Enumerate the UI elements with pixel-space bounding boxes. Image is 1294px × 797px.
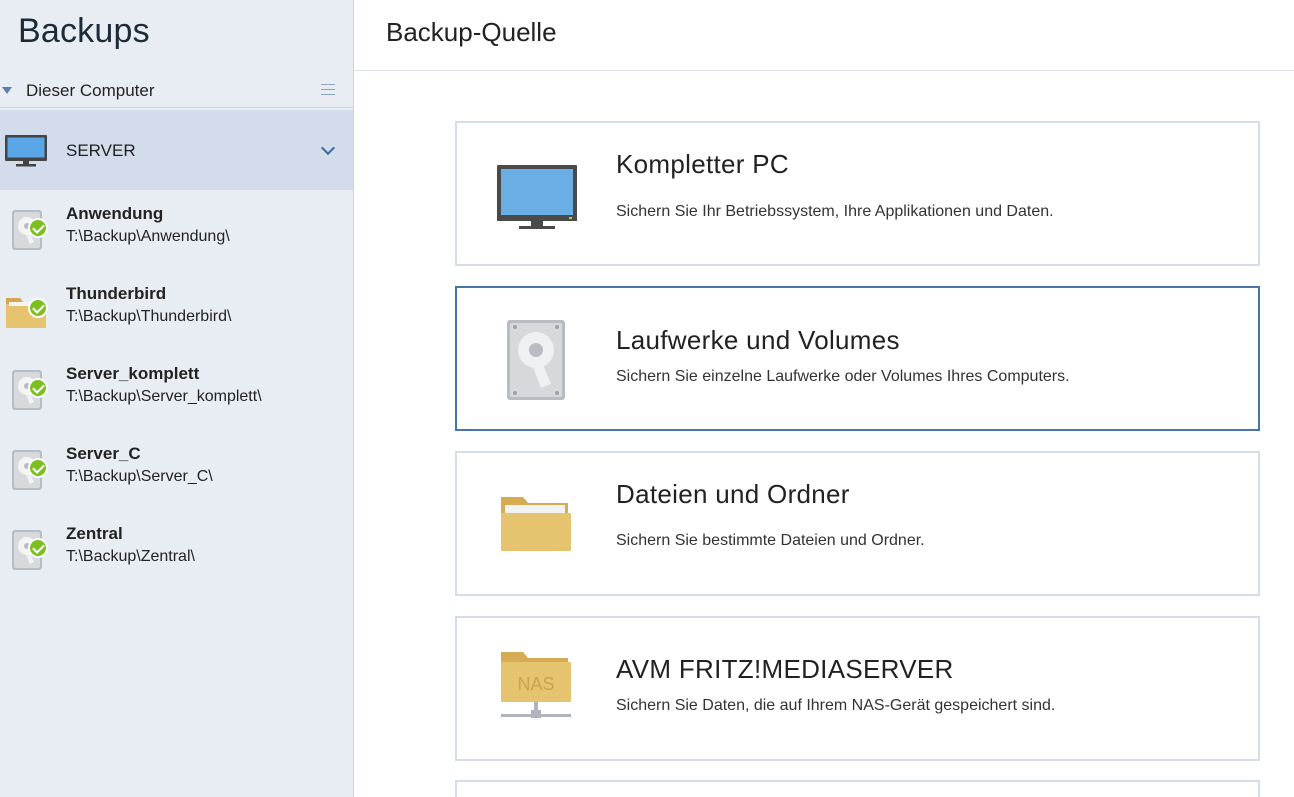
monitor-icon xyxy=(497,165,577,229)
server-label: SERVER xyxy=(66,141,136,160)
card-description: Sichern Sie bestimmte Dateien und Ordner… xyxy=(616,532,925,549)
sidebar-item-server[interactable]: SERVER xyxy=(0,110,353,190)
source-card-disks-volumes[interactable]: Laufwerke und Volumes Sichern Sie einzel… xyxy=(455,286,1260,431)
backup-item-thunderbird[interactable]: Thunderbird T:\Backup\Thunderbird\ xyxy=(0,270,353,350)
backup-name: Server_C xyxy=(66,444,141,463)
sidebar: Backups Dieser Computer SERVER Anwendung… xyxy=(0,0,354,797)
card-description: Sichern Sie Daten, die auf Ihrem NAS-Ger… xyxy=(616,697,1056,714)
card-description: Sichern Sie einzelne Laufwerke oder Volu… xyxy=(616,368,1070,385)
backup-name: Thunderbird xyxy=(66,284,167,303)
source-card-nas[interactable]: NAS AVM FRITZ!MEDIASERVER Sichern Sie Da… xyxy=(455,616,1260,761)
hard-drive-icon xyxy=(507,320,565,400)
nas-badge: NAS xyxy=(517,674,554,694)
source-card-partial[interactable] xyxy=(455,780,1260,797)
card-title: AVM FRITZ!MEDIASERVER xyxy=(616,654,954,684)
backup-item-server-c[interactable]: Server_C T:\Backup\Server_C\ xyxy=(0,430,353,510)
main-header: Backup-Quelle xyxy=(355,0,1294,71)
success-check-icon xyxy=(28,538,48,558)
monitor-icon xyxy=(5,135,47,167)
sidebar-title: Backups xyxy=(18,12,150,50)
backup-item-zentral[interactable]: Zentral T:\Backup\Zentral\ xyxy=(0,510,353,590)
backup-name: Server_komplett xyxy=(66,364,200,383)
group-label: Dieser Computer xyxy=(26,81,155,100)
card-title: Laufwerke und Volumes xyxy=(616,325,900,355)
backup-path: T:\Backup\Zentral\ xyxy=(66,548,195,565)
source-card-files-folders[interactable]: Dateien und Ordner Sichern Sie bestimmte… xyxy=(455,451,1260,596)
success-check-icon xyxy=(28,378,48,398)
backup-path: T:\Backup\Anwendung\ xyxy=(66,228,230,245)
group-header-this-computer[interactable]: Dieser Computer xyxy=(0,74,353,108)
success-check-icon xyxy=(28,218,48,238)
backup-path: T:\Backup\Thunderbird\ xyxy=(66,308,232,325)
backup-path: T:\Backup\Server_C\ xyxy=(66,468,213,485)
backup-path: T:\Backup\Server_komplett\ xyxy=(66,388,262,405)
backup-name: Zentral xyxy=(66,524,123,543)
backup-item-anwendung[interactable]: Anwendung T:\Backup\Anwendung\ xyxy=(0,190,353,270)
chevron-down-icon[interactable] xyxy=(320,140,336,156)
folder-icon xyxy=(501,497,571,551)
nas-folder-icon: NAS xyxy=(501,652,571,718)
card-title: Dateien und Ordner xyxy=(616,479,850,509)
menu-icon[interactable] xyxy=(321,84,335,95)
source-card-entire-pc[interactable]: Kompletter PC Sichern Sie Ihr Betriebssy… xyxy=(455,121,1260,266)
success-check-icon xyxy=(28,298,48,318)
card-description: Sichern Sie Ihr Betriebssystem, Ihre App… xyxy=(616,203,1054,220)
card-title: Kompletter PC xyxy=(616,149,789,179)
backup-item-server-komplett[interactable]: Server_komplett T:\Backup\Server_komplet… xyxy=(0,350,353,430)
page-title: Backup-Quelle xyxy=(386,17,557,47)
success-check-icon xyxy=(28,458,48,478)
caret-down-icon[interactable] xyxy=(2,87,12,94)
backup-name: Anwendung xyxy=(66,204,164,223)
